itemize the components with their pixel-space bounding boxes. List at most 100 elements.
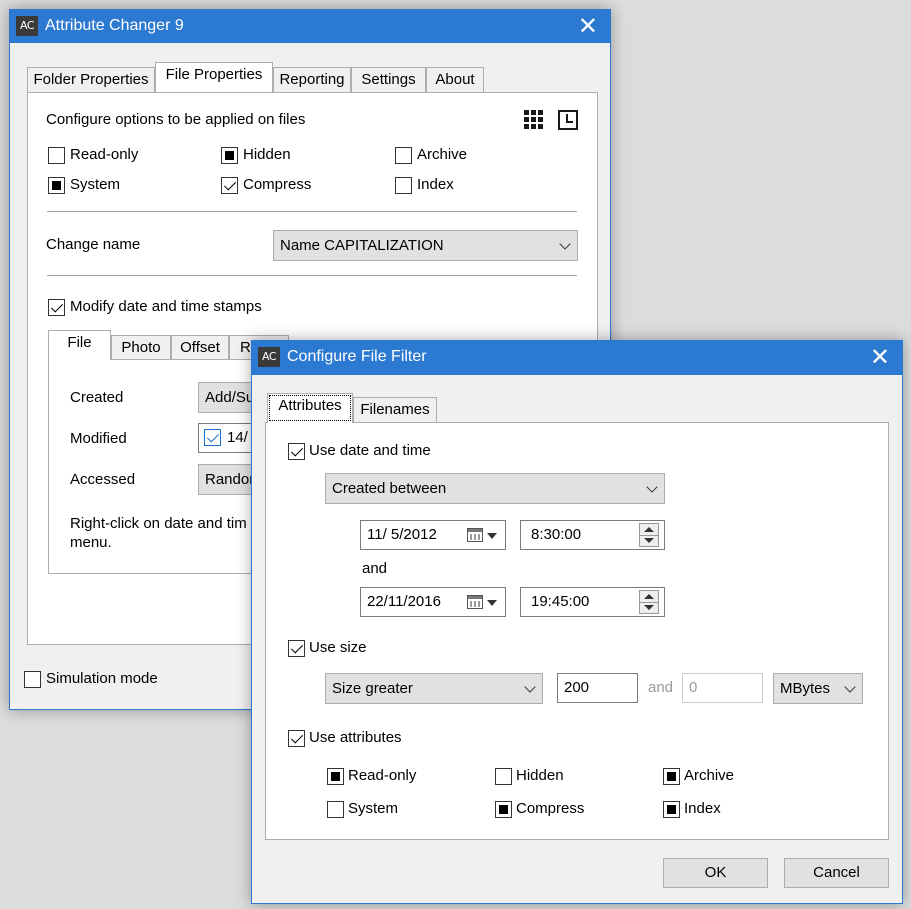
use-size-checkbox[interactable] — [288, 640, 305, 657]
use-date-label: Use date and time — [309, 442, 431, 459]
modified-value: 14/ — [227, 429, 248, 446]
filter-dialog: AC Configure File Filter ✕ Attributes Fi… — [251, 340, 903, 904]
filter-readonly-label: Read-only — [348, 767, 417, 784]
chevron-down-icon — [559, 238, 571, 250]
hidden-checkbox[interactable] — [221, 147, 238, 164]
calendar-icon[interactable] — [467, 528, 483, 542]
app-icon: AC — [258, 347, 280, 367]
tab-filenames[interactable]: Filenames — [353, 397, 437, 422]
chevron-down-icon — [646, 481, 658, 493]
cancel-button[interactable]: Cancel — [784, 858, 889, 888]
hint-text-line1: Right-click on date and tim — [70, 515, 247, 532]
archive-checkbox[interactable] — [395, 147, 412, 164]
filter-index-label: Index — [684, 800, 721, 817]
filter-system-checkbox[interactable] — [327, 801, 344, 818]
modify-dates-label: Modify date and time stamps — [70, 298, 262, 315]
size-mode-select[interactable]: Size greater — [325, 673, 543, 704]
spinner-icon[interactable] — [639, 590, 659, 614]
created-value: Add/Su — [205, 389, 255, 406]
to-time-field[interactable]: 19:45:00 — [520, 587, 665, 617]
ok-button[interactable]: OK — [663, 858, 768, 888]
tab-about[interactable]: About — [426, 67, 484, 92]
attributes-panel: Use date and time Created between 11/ 5/… — [265, 422, 889, 840]
from-date-field[interactable]: 11/ 5/2012 — [360, 520, 506, 550]
grid-icon[interactable] — [524, 110, 544, 130]
app-icon: AC — [16, 16, 38, 36]
hidden-label: Hidden — [243, 146, 291, 163]
change-name-select[interactable]: Name CAPITALIZATION — [273, 230, 578, 261]
filter-archive-label: Archive — [684, 767, 735, 784]
modified-label: Modified — [70, 430, 127, 447]
tab-settings[interactable]: Settings — [351, 67, 426, 92]
size-value2-input[interactable]: 0 — [682, 673, 763, 703]
date-mode-select[interactable]: Created between — [325, 473, 665, 504]
clock-icon[interactable] — [558, 110, 578, 130]
filter-readonly-checkbox[interactable] — [327, 768, 344, 785]
dropdown-arrow-icon[interactable] — [487, 533, 497, 539]
chevron-down-icon — [844, 681, 856, 693]
change-name-value: Name CAPITALIZATION — [280, 237, 444, 254]
to-date-field[interactable]: 22/11/2016 — [360, 587, 506, 617]
use-size-label: Use size — [309, 639, 367, 656]
subtab-file[interactable]: File — [48, 330, 111, 360]
filter-compress-label: Compress — [516, 800, 585, 817]
accessed-label: Accessed — [70, 471, 136, 488]
calendar-icon[interactable] — [467, 595, 483, 609]
subtab-offset[interactable]: Offset — [171, 335, 229, 360]
filter-hidden-checkbox[interactable] — [495, 768, 512, 785]
filter-hidden-label: Hidden — [516, 767, 564, 784]
compress-checkbox[interactable] — [221, 177, 238, 194]
dropdown-arrow-icon[interactable] — [487, 600, 497, 606]
size-unit-value: MBytes — [780, 680, 831, 697]
accessed-value: Randor — [205, 471, 255, 488]
index-checkbox[interactable] — [395, 177, 412, 194]
date-mode-value: Created between — [332, 480, 447, 497]
window-title: Attribute Changer 9 — [45, 17, 184, 34]
readonly-label: Read-only — [70, 146, 139, 163]
main-titlebar[interactable]: AC Attribute Changer 9 ✕ — [10, 10, 610, 43]
use-attributes-label: Use attributes — [309, 729, 402, 746]
index-label: Index — [417, 176, 454, 193]
system-checkbox[interactable] — [48, 177, 65, 194]
to-date-value: 22/11/2016 — [367, 593, 441, 610]
readonly-checkbox[interactable] — [48, 147, 65, 164]
separator — [47, 211, 577, 212]
to-time-value: 19:45:00 — [531, 593, 590, 610]
use-attributes-checkbox[interactable] — [288, 730, 305, 747]
filter-archive-checkbox[interactable] — [663, 768, 680, 785]
filter-system-label: System — [348, 800, 399, 817]
and-label: and — [362, 560, 388, 577]
dialog-title: Configure File Filter — [287, 348, 427, 365]
filter-compress-checkbox[interactable] — [495, 801, 512, 818]
configure-label: Configure options to be applied on files — [46, 111, 306, 128]
simulation-label: Simulation mode — [46, 670, 158, 687]
close-icon[interactable]: ✕ — [870, 343, 890, 371]
subtab-photo[interactable]: Photo — [111, 335, 171, 360]
chevron-down-icon — [524, 681, 536, 693]
tab-folder-properties[interactable]: Folder Properties — [27, 67, 155, 92]
size-mode-value: Size greater — [332, 680, 413, 697]
size-unit-select[interactable]: MBytes — [773, 673, 863, 704]
filter-index-checkbox[interactable] — [663, 801, 680, 818]
simulation-checkbox[interactable] — [24, 671, 41, 688]
filter-titlebar[interactable]: AC Configure File Filter ✕ — [252, 341, 902, 375]
from-time-field[interactable]: 8:30:00 — [520, 520, 665, 550]
tab-attributes[interactable]: Attributes — [267, 393, 353, 423]
tab-file-properties[interactable]: File Properties — [155, 62, 273, 92]
system-label: System — [70, 176, 121, 193]
use-date-checkbox[interactable] — [288, 443, 305, 460]
tab-reporting[interactable]: Reporting — [273, 67, 351, 92]
hint-text-line2: menu. — [70, 534, 112, 551]
archive-label: Archive — [417, 146, 468, 163]
from-time-value: 8:30:00 — [531, 526, 582, 543]
spinner-icon[interactable] — [639, 523, 659, 547]
separator — [47, 275, 577, 276]
size-value-input[interactable]: 200 — [557, 673, 638, 703]
modified-enable-checkbox[interactable] — [204, 429, 221, 446]
modify-dates-checkbox[interactable] — [48, 299, 65, 316]
change-name-label: Change name — [46, 236, 141, 253]
size-and-label: and — [648, 679, 674, 696]
close-icon[interactable]: ✕ — [578, 12, 598, 40]
created-label: Created — [70, 389, 124, 406]
compress-label: Compress — [243, 176, 312, 193]
